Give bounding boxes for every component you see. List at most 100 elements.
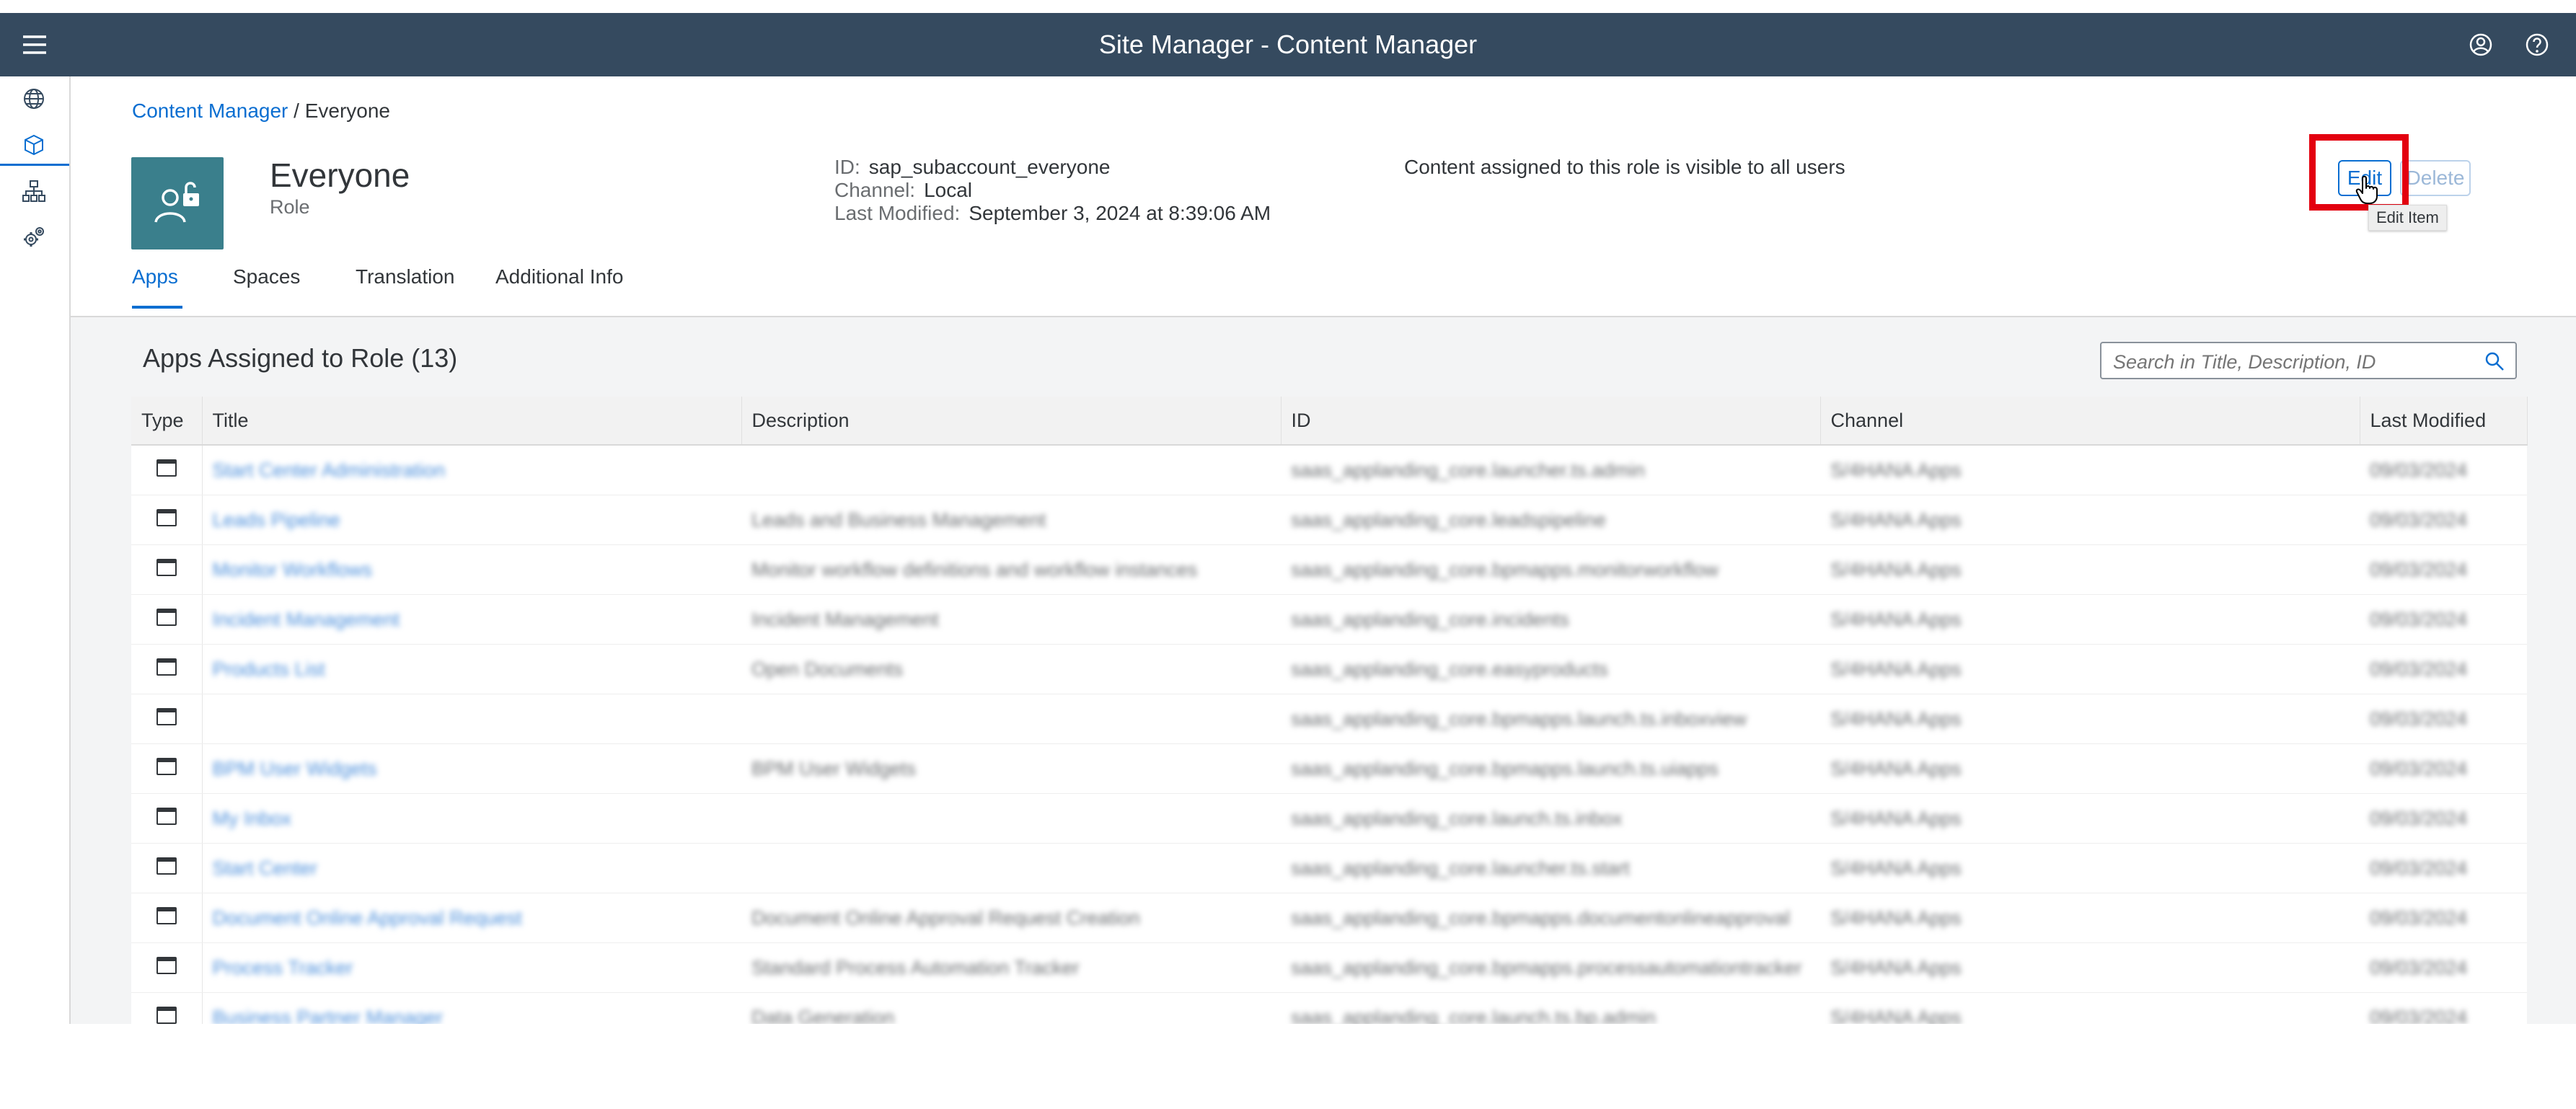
tab-apps[interactable]: Apps (132, 265, 182, 309)
row-cell-id: saas_applanding_core.bpmapps.processauto… (1281, 942, 1820, 993)
row-description: Standard Process Automation Tracker (751, 956, 1080, 978)
row-description: BPM User Widgets (751, 757, 917, 779)
row-cell-title: Leads Pipeline (202, 495, 741, 545)
nav-item-sites[interactable] (0, 76, 69, 120)
row-id: saas_applanding_core.bpmapps.launch.ts.u… (1291, 757, 1719, 779)
role-avatar (131, 157, 224, 249)
help-icon[interactable] (2521, 29, 2553, 61)
hand-cursor-icon (2355, 175, 2380, 208)
table-row[interactable]: My Inbox saas_applanding_core.launch.ts.i… (131, 793, 2527, 844)
search-input[interactable] (2112, 349, 2475, 375)
table-row[interactable]: Incident Management Incident Management sa… (131, 594, 2527, 645)
row-cell-title: Document Online Approval Request (202, 893, 741, 943)
row-last-modified: 09/03/2024 (2370, 757, 2468, 779)
breadcrumb-current: Everyone (304, 100, 390, 122)
row-cell-title: My Inbox (202, 793, 741, 844)
role-channel-label: Channel: (834, 179, 916, 201)
role-last-modified: Last Modified: September 3, 2024 at 8:39:… (834, 202, 1271, 225)
row-cell-title (202, 694, 741, 744)
row-cell-description (741, 793, 1281, 844)
row-title-link[interactable]: Document Online Approval Request (213, 907, 522, 929)
tab-spaces[interactable]: Spaces (233, 265, 300, 309)
row-cell-description: Leads and Business Management (741, 495, 1281, 545)
apps-panel: Apps Assigned to Role (13) Type Title De… (71, 317, 2576, 1043)
table-row[interactable]: Leads Pipeline Leads and Business Managem… (131, 495, 2527, 545)
row-cell-modified: 09/03/2024 (2360, 594, 2527, 645)
role-visibility-note: Content assigned to this role is visible… (1404, 156, 1845, 178)
role-id: ID: sap_subaccount_everyone (834, 156, 1110, 179)
row-title-link[interactable]: BPM User Widgets (213, 758, 377, 779)
table-row[interactable]: Products List Open Documents saas_applandi… (131, 644, 2527, 694)
table-row[interactable]: saas_applanding_core.bpmapps.launch.ts.i… (131, 694, 2527, 744)
row-last-modified: 09/03/2024 (2370, 558, 2468, 580)
row-description: Leads and Business Management (751, 508, 1046, 531)
row-title-link[interactable]: Process Tracker (213, 957, 353, 978)
row-cell-description (741, 445, 1281, 495)
row-last-modified: 09/03/2024 (2370, 508, 2468, 531)
row-type-cell (131, 893, 203, 943)
delete-button[interactable]: Delete (2400, 160, 2471, 196)
row-last-modified: 09/03/2024 (2370, 459, 2468, 481)
row-cell-modified: 09/03/2024 (2360, 893, 2527, 943)
row-title-link[interactable]: My Inbox (213, 808, 292, 829)
row-cell-title: Start Center (202, 843, 741, 893)
page-bottom-area (0, 1024, 2576, 1109)
table-header-row: Type Title Description ID Channel Last M… (131, 397, 2528, 446)
row-cell-description (741, 843, 1281, 893)
column-header-last-modified[interactable]: Last Modified (2360, 397, 2528, 446)
column-header-type[interactable]: Type (131, 397, 203, 446)
row-cell-channel: S/4HANA Apps (1820, 644, 2360, 694)
tab-translation[interactable]: Translation (356, 265, 454, 309)
row-cell-title: Start Center Administration (202, 445, 741, 495)
row-type-cell (131, 793, 203, 844)
app-window-icon (156, 757, 177, 780)
row-id: saas_applanding_core.bpmapps.monitorwork… (1291, 558, 1719, 580)
table-row[interactable]: BPM User Widgets BPM User Widgets saas_app… (131, 743, 2527, 794)
row-cell-channel: S/4HANA Apps (1820, 843, 2360, 893)
nav-item-hierarchy[interactable] (0, 169, 69, 212)
row-cell-modified: 09/03/2024 (2360, 694, 2527, 744)
nav-item-content-manager[interactable] (0, 123, 69, 166)
row-title-link[interactable]: Start Center (213, 857, 318, 879)
table-row[interactable]: Start Center Administration saas_applandi… (131, 445, 2527, 495)
breadcrumb-separator: / (294, 100, 299, 122)
row-type-cell (131, 843, 203, 893)
row-title-link[interactable]: Incident Management (213, 609, 400, 630)
row-type-cell (131, 644, 203, 694)
search-icon[interactable] (2484, 350, 2505, 376)
row-channel: S/4HANA Apps (1830, 558, 1962, 580)
row-cell-id: saas_applanding_core.bpmapps.monitorwork… (1281, 544, 1820, 595)
column-header-id[interactable]: ID (1281, 397, 1821, 446)
row-type-cell (131, 594, 203, 645)
row-cell-modified: 09/03/2024 (2360, 495, 2527, 545)
row-channel: S/4HANA Apps (1830, 906, 1962, 929)
nav-item-settings[interactable] (0, 215, 69, 258)
row-title-link[interactable]: Products List (213, 658, 325, 680)
table-row[interactable]: Document Online Approval Request Document… (131, 893, 2527, 943)
row-cell-channel: S/4HANA Apps (1820, 544, 2360, 595)
row-last-modified: 09/03/2024 (2370, 857, 2468, 879)
row-cell-channel: S/4HANA Apps (1820, 694, 2360, 744)
table-row[interactable]: Process Tracker Standard Process Automati… (131, 942, 2527, 993)
table-row[interactable]: Start Center saas_applanding_core.launche… (131, 843, 2527, 893)
row-last-modified: 09/03/2024 (2370, 906, 2468, 929)
row-title-link[interactable]: Monitor Workflows (213, 559, 373, 580)
row-cell-id: saas_applanding_core.incidents (1281, 594, 1820, 645)
user-profile-icon[interactable] (2465, 29, 2497, 61)
column-header-title[interactable]: Title (202, 397, 742, 446)
row-description: Monitor workflow definitions and workflo… (751, 558, 1198, 580)
shell-bar: Site Manager - Content Manager (0, 13, 2576, 76)
row-last-modified: 09/03/2024 (2370, 956, 2468, 978)
row-title-link[interactable]: Leads Pipeline (213, 509, 340, 531)
app-window-icon (156, 658, 177, 681)
row-cell-id: saas_applanding_core.launcher.ts.admin (1281, 445, 1820, 495)
row-type-cell (131, 942, 203, 993)
row-title-link[interactable]: Start Center Administration (213, 459, 446, 481)
column-header-description[interactable]: Description (741, 397, 1282, 446)
row-description: Open Documents (751, 658, 904, 680)
column-header-channel[interactable]: Channel (1820, 397, 2360, 446)
tab-additional-info[interactable]: Additional Info (495, 265, 623, 309)
breadcrumb-content-manager-link[interactable]: Content Manager (132, 100, 288, 122)
row-cell-description: Open Documents (741, 644, 1281, 694)
table-row[interactable]: Monitor Workflows Monitor workflow defini… (131, 544, 2527, 595)
